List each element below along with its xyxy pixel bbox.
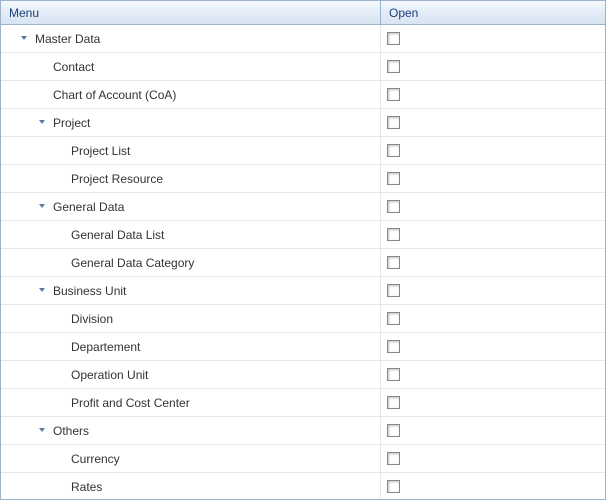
header-open-label: Open [389,6,418,20]
menu-cell: General Data Category [1,249,381,276]
open-cell [381,473,605,499]
tree-row-label: Project [49,116,90,130]
open-cell [381,193,605,220]
menu-cell: Departement [1,333,381,360]
tree-row[interactable]: Division [1,305,605,333]
open-cell [381,417,605,444]
open-checkbox[interactable] [387,312,400,325]
tree-row[interactable]: Project [1,109,605,137]
menu-cell: Project Resource [1,165,381,192]
tree-row[interactable]: Business Unit [1,277,605,305]
tree-row[interactable]: General Data Category [1,249,605,277]
open-cell [381,445,605,472]
open-cell [381,109,605,136]
header-menu[interactable]: Menu [1,1,381,24]
open-checkbox[interactable] [387,368,400,381]
open-cell [381,249,605,276]
open-checkbox[interactable] [387,340,400,353]
open-checkbox[interactable] [387,424,400,437]
open-cell [381,305,605,332]
open-checkbox[interactable] [387,480,400,493]
open-cell [381,25,605,52]
menu-cell: Division [1,305,381,332]
tree-row[interactable]: Departement [1,333,605,361]
open-checkbox[interactable] [387,88,400,101]
open-checkbox[interactable] [387,284,400,297]
open-cell [381,81,605,108]
tree-row-label: General Data [49,200,124,214]
expand-arrow-icon[interactable] [35,427,49,435]
tree-row-label: Currency [67,452,120,466]
tree-row-label: Operation Unit [67,368,148,382]
menu-cell: Others [1,417,381,444]
tree-row-label: Project Resource [67,172,163,186]
menu-cell: Chart of Account (CoA) [1,81,381,108]
menu-cell: Business Unit [1,277,381,304]
menu-cell: Contact [1,53,381,80]
tree-row[interactable]: General Data [1,193,605,221]
menu-cell: General Data List [1,221,381,248]
tree-row[interactable]: Master Data [1,25,605,53]
tree-row[interactable]: Operation Unit [1,361,605,389]
tree-row-label: Project List [67,144,130,158]
header-open[interactable]: Open [381,1,605,24]
tree-row[interactable]: Chart of Account (CoA) [1,81,605,109]
tree-row-label: Rates [67,480,102,494]
open-cell [381,221,605,248]
menu-cell: Master Data [1,25,381,52]
open-checkbox[interactable] [387,172,400,185]
open-checkbox[interactable] [387,256,400,269]
tree-row[interactable]: General Data List [1,221,605,249]
tree-row-label: Business Unit [49,284,126,298]
tree-row-label: Departement [67,340,140,354]
tree-row-label: General Data List [67,228,164,242]
tree-row-label: Division [67,312,113,326]
open-cell [381,53,605,80]
tree-row-label: Contact [49,60,94,74]
tree-row-label: Chart of Account (CoA) [49,88,176,102]
tree-row[interactable]: Others [1,417,605,445]
menu-cell: Operation Unit [1,361,381,388]
menu-cell: Project [1,109,381,136]
expand-arrow-icon[interactable] [35,203,49,211]
menu-cell: General Data [1,193,381,220]
open-checkbox[interactable] [387,116,400,129]
open-checkbox[interactable] [387,32,400,45]
tree-row[interactable]: Rates [1,473,605,499]
grid-body: Master Data Contact Chart of Account (CoA)… [1,25,605,499]
menu-cell: Currency [1,445,381,472]
open-checkbox[interactable] [387,228,400,241]
tree-row[interactable]: Project Resource [1,165,605,193]
tree-row[interactable]: Project List [1,137,605,165]
open-checkbox[interactable] [387,60,400,73]
tree-row-label: General Data Category [67,256,194,270]
tree-row[interactable]: Currency [1,445,605,473]
expand-arrow-icon[interactable] [17,35,31,43]
menu-cell: Profit and Cost Center [1,389,381,416]
open-cell [381,277,605,304]
header-row: Menu Open [1,1,605,25]
expand-arrow-icon[interactable] [35,287,49,295]
open-cell [381,389,605,416]
open-cell [381,137,605,164]
open-cell [381,333,605,360]
open-checkbox[interactable] [387,396,400,409]
open-cell [381,165,605,192]
menu-cell: Project List [1,137,381,164]
header-menu-label: Menu [9,6,39,20]
open-checkbox[interactable] [387,144,400,157]
open-cell [381,361,605,388]
tree-grid: Menu Open Master Data Contact Chart of Acc… [0,0,606,500]
expand-arrow-icon[interactable] [35,119,49,127]
open-checkbox[interactable] [387,452,400,465]
tree-row-label: Master Data [31,32,100,46]
menu-cell: Rates [1,473,381,499]
tree-row[interactable]: Profit and Cost Center [1,389,605,417]
tree-row-label: Profit and Cost Center [67,396,190,410]
tree-row-label: Others [49,424,89,438]
open-checkbox[interactable] [387,200,400,213]
tree-row[interactable]: Contact [1,53,605,81]
